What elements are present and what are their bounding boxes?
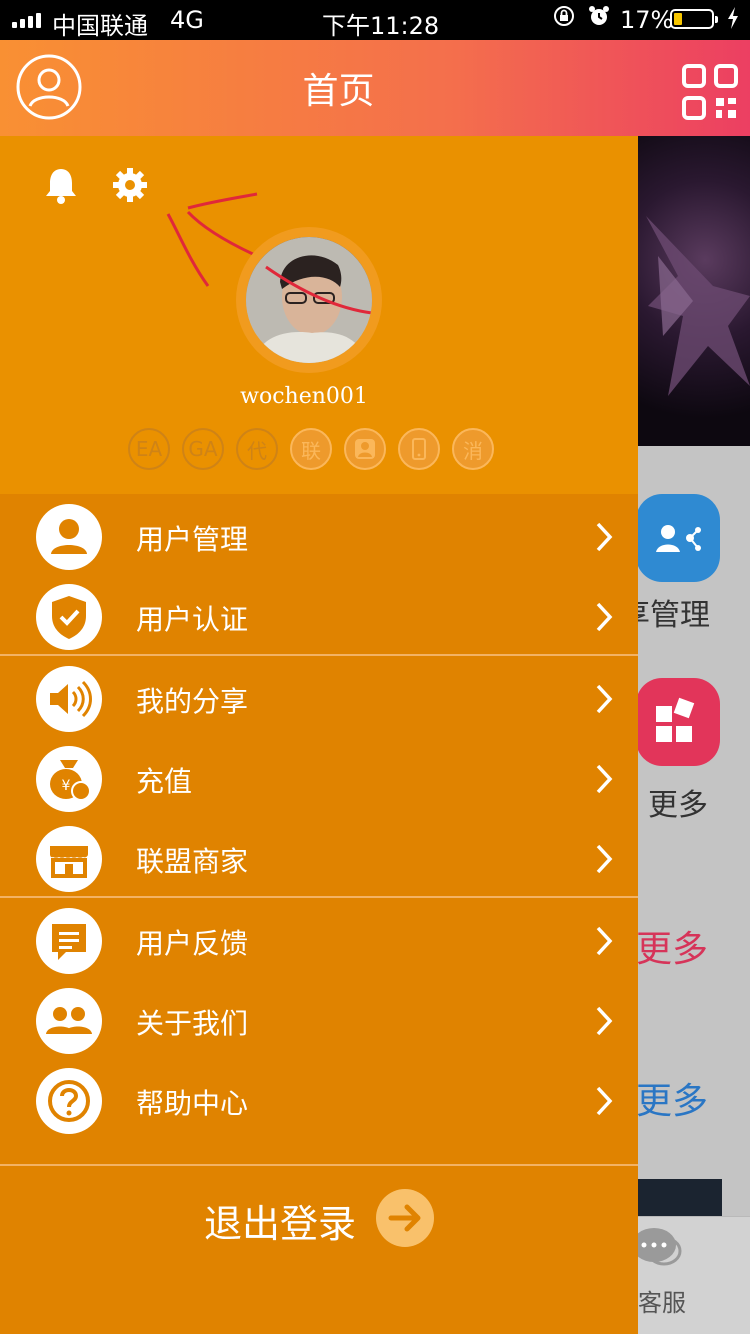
menu-label: 关于我们	[136, 1007, 249, 1040]
svg-text:¥: ¥	[62, 778, 71, 794]
app-header: 首页	[0, 40, 750, 136]
gear-icon[interactable]	[111, 166, 149, 208]
menu-divider	[0, 896, 638, 898]
logout-button[interactable]: 退出登录	[0, 1185, 638, 1251]
menu-divider	[0, 1164, 638, 1166]
network: 4G	[170, 6, 204, 34]
home-content: 享管理 更多 更多 更多 客服	[638, 446, 750, 1334]
drawer-profile-section: wochen001 EA GA 代 联 消	[0, 136, 638, 494]
menu-label: 充值	[136, 765, 193, 798]
chevron-right-icon	[596, 684, 613, 714]
menu-label: 用户管理	[136, 523, 249, 556]
chat-bubble-icon[interactable]	[638, 1225, 686, 1277]
arrow-right-icon	[376, 1189, 434, 1247]
menu-label: 用户认证	[136, 603, 249, 636]
menu-divider	[0, 654, 638, 656]
menu-label: 用户反馈	[136, 927, 249, 960]
badge-person-icon[interactable]	[344, 428, 386, 470]
menu-help-center[interactable]: 帮助中心	[0, 1062, 638, 1142]
battery-percent: 17%	[620, 6, 674, 34]
menu-user-verify[interactable]: 用户认证	[0, 578, 638, 658]
speaker-icon	[36, 666, 102, 732]
badge-ea[interactable]: EA	[128, 428, 170, 470]
chevron-right-icon	[596, 1086, 613, 1116]
share-manage-icon[interactable]	[638, 494, 720, 582]
menu-user-manage[interactable]: 用户管理	[0, 498, 638, 578]
more-link-blue[interactable]: 更多	[638, 1072, 708, 1124]
chevron-right-icon	[596, 1006, 613, 1036]
news-thumbnail[interactable]	[638, 1179, 722, 1216]
menu-label: 帮助中心	[136, 1087, 249, 1120]
store-icon	[36, 826, 102, 892]
side-drawer: wochen001 EA GA 代 联 消 用户管理 用户认证 我的分享 ¥ 充…	[0, 136, 638, 1334]
menu-feedback[interactable]: 用户反馈	[0, 902, 638, 982]
tab-service-label[interactable]: 客服	[638, 1283, 686, 1318]
menu-label: 联盟商家	[136, 845, 249, 878]
qr-code-icon[interactable]	[682, 64, 738, 120]
badge-agent[interactable]: 代	[236, 428, 278, 470]
group-icon	[36, 988, 102, 1054]
badge-consumer[interactable]: 消	[452, 428, 494, 470]
badge-alliance[interactable]: 联	[290, 428, 332, 470]
status-bar: 中国联通 4G 下午11:28 17%	[0, 0, 750, 40]
more-link-red[interactable]: 更多	[638, 920, 708, 972]
battery-icon	[670, 9, 718, 29]
home-banner-image[interactable]	[638, 136, 750, 446]
more-apps-label: 更多	[648, 788, 708, 823]
charging-icon	[726, 6, 740, 36]
menu-alliance-merchant[interactable]: 联盟商家	[0, 820, 638, 900]
help-icon	[36, 1068, 102, 1134]
more-apps-icon[interactable]	[638, 678, 720, 766]
share-manage-label: 享管理	[638, 598, 710, 633]
chevron-right-icon	[596, 844, 613, 874]
menu-about-us[interactable]: 关于我们	[0, 982, 638, 1062]
avatar-photo	[246, 237, 372, 363]
clock: 下午11:28	[322, 12, 440, 40]
chevron-right-icon	[596, 926, 613, 956]
menu-my-share[interactable]: 我的分享	[0, 660, 638, 740]
signal-icon	[12, 13, 41, 28]
shield-check-icon	[36, 584, 102, 650]
rotation-lock-icon	[552, 4, 576, 34]
user-icon	[36, 504, 102, 570]
menu-label: 我的分享	[136, 685, 249, 718]
username: wochen001	[240, 384, 368, 409]
chevron-right-icon	[596, 602, 613, 632]
page-title: 首页	[302, 71, 375, 112]
money-bag-icon: ¥	[36, 746, 102, 812]
badge-phone-icon[interactable]	[398, 428, 440, 470]
badge-row: EA GA 代 联 消	[128, 428, 494, 470]
menu-recharge[interactable]: ¥ 充值	[0, 740, 638, 820]
logout-label: 退出登录	[204, 1202, 357, 1246]
alarm-icon	[587, 4, 611, 34]
badge-ga[interactable]: GA	[182, 428, 224, 470]
chevron-right-icon	[596, 522, 613, 552]
chevron-right-icon	[596, 764, 613, 794]
feedback-icon	[36, 908, 102, 974]
carrier: 中国联通	[52, 12, 148, 40]
avatar[interactable]	[236, 227, 382, 373]
tab-bar: 客服	[638, 1216, 750, 1334]
bell-icon[interactable]	[43, 166, 79, 208]
